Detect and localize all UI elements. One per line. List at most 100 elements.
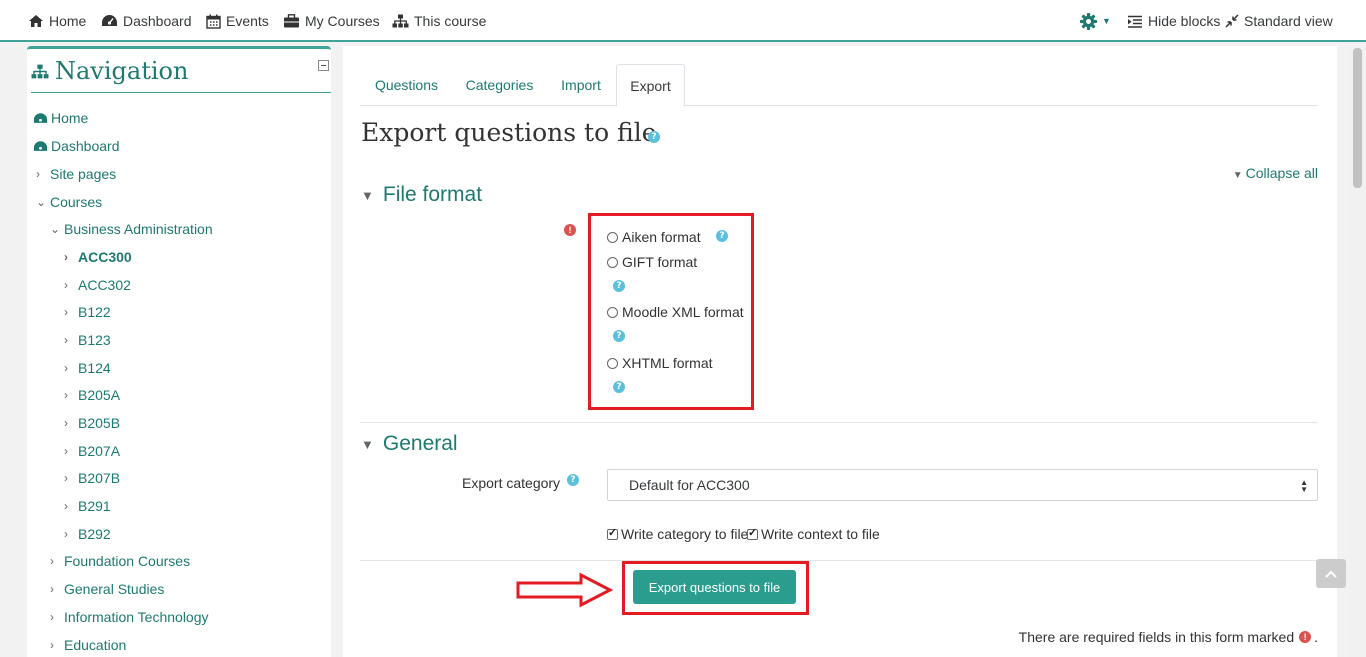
navigation-block: Navigation Home Dashboard › Site pages ⌄ C…	[27, 46, 331, 657]
block-collapse-button[interactable]	[318, 60, 329, 71]
annotation-arrow-icon	[516, 572, 614, 608]
nav-tree-label: B205B	[78, 415, 121, 431]
nav-tree-acc302[interactable]: › ACC302	[64, 275, 131, 295]
nav-tree-label: Courses	[50, 194, 103, 210]
section-divider	[360, 560, 1318, 561]
main-content: Questions Categories Import Export Expor…	[343, 46, 1337, 657]
export-category-label: Export category	[462, 475, 561, 491]
chevron-right-icon: ›	[64, 471, 68, 485]
tab-questions[interactable]: Questions	[360, 64, 453, 106]
nav-tree-dashboard[interactable]: Dashboard	[33, 136, 120, 156]
nav-this-course-link[interactable]: This course	[392, 12, 486, 30]
nav-my-courses-link[interactable]: My Courses	[283, 12, 380, 30]
tab-label: Questions	[374, 77, 439, 93]
gear-icon	[1079, 12, 1098, 30]
scrollbar-thumb[interactable]	[1353, 48, 1362, 188]
nav-tree-b207a[interactable]: › B207A	[64, 441, 120, 461]
page-scrollbar[interactable]	[1349, 46, 1366, 657]
nav-tree-general-studies[interactable]: › General Studies	[50, 579, 164, 599]
hide-blocks-button[interactable]: Hide blocks	[1127, 12, 1220, 30]
chevron-right-icon: ›	[36, 167, 40, 181]
help-icon[interactable]: ?	[613, 381, 625, 393]
checkbox[interactable]	[747, 526, 758, 540]
nav-tree-label: B207B	[78, 470, 121, 486]
tab-categories[interactable]: Categories	[453, 64, 546, 106]
help-icon[interactable]: ?	[567, 474, 579, 486]
chevron-right-icon: ›	[64, 527, 68, 541]
nav-tree-information-technology[interactable]: › Information Technology	[50, 607, 209, 627]
nav-tree-label: Site pages	[50, 166, 117, 182]
nav-tree-b205a[interactable]: › B205A	[64, 385, 120, 405]
back-to-top-button[interactable]	[1316, 559, 1346, 588]
write-category-checkbox[interactable]: Write category to file	[607, 525, 748, 543]
nav-tree-b123[interactable]: › B123	[64, 330, 111, 350]
nav-tree-label: B207A	[78, 443, 121, 459]
nav-tree-site-pages[interactable]: › Site pages	[36, 164, 116, 184]
collapse-all-label: Collapse all	[1245, 165, 1318, 181]
home-icon	[29, 15, 43, 27]
format-radio-aiken[interactable]: Aiken format	[607, 228, 701, 246]
standard-view-button[interactable]: Standard view	[1225, 12, 1333, 30]
export-category-select[interactable]: Default for ACC300 ▲ ▼	[607, 469, 1318, 501]
standard-view-label: Standard view	[1244, 13, 1333, 29]
chevron-up-icon	[1325, 570, 1337, 578]
chevron-right-icon: ›	[64, 416, 68, 430]
help-icon[interactable]: ?	[648, 131, 660, 143]
radio-button[interactable]	[607, 256, 618, 268]
settings-menu-button[interactable]: ▼	[1079, 12, 1111, 30]
help-icon[interactable]: ?	[613, 280, 625, 292]
nav-tree-b291[interactable]: › B291	[64, 496, 111, 516]
format-radio-xhtml[interactable]: XHTML format	[607, 354, 713, 372]
tab-label: Import	[561, 77, 601, 93]
nav-tree-courses[interactable]: ⌄ Courses	[36, 192, 102, 212]
chevron-right-icon: ›	[64, 305, 68, 319]
nav-events-link[interactable]: Events	[206, 12, 269, 30]
title-divider	[31, 92, 331, 93]
help-icon[interactable]: ?	[613, 330, 625, 342]
radio-button[interactable]	[607, 306, 618, 318]
radio-button[interactable]	[607, 357, 618, 369]
required-icon: !	[1299, 631, 1312, 643]
tab-import[interactable]: Import	[546, 64, 616, 106]
tab-export[interactable]: Export	[616, 64, 685, 107]
format-radio-moodle-xml[interactable]: Moodle XML format	[607, 303, 744, 321]
chevron-right-icon: ›	[50, 582, 54, 596]
chevron-right-icon: ›	[64, 250, 68, 264]
nav-tree-label: B124	[78, 360, 111, 376]
nav-tree-b122[interactable]: › B122	[64, 302, 111, 322]
nav-tree-b207b[interactable]: › B207B	[64, 468, 120, 488]
file-format-section-header[interactable]: ▼ File format	[361, 182, 482, 208]
collapse-all-link[interactable]: ▼ Collapse all	[1233, 165, 1318, 181]
checkbox[interactable]	[607, 526, 618, 540]
chevron-right-icon: ›	[64, 278, 68, 292]
write-context-checkbox[interactable]: Write context to file	[747, 525, 880, 543]
nav-tree-foundation-courses[interactable]: › Foundation Courses	[50, 551, 190, 571]
indent-icon	[1128, 15, 1142, 28]
radio-button[interactable]	[607, 231, 618, 243]
tab-label: Categories	[465, 77, 534, 93]
nav-this-course-label: This course	[414, 13, 487, 29]
chevron-down-icon: ⌄	[36, 195, 47, 209]
caret-down-icon: ▼	[1232, 170, 1243, 181]
chevron-right-icon: ›	[50, 638, 54, 652]
nav-dashboard-link[interactable]: Dashboard	[101, 12, 192, 30]
help-icon[interactable]: ?	[716, 230, 728, 242]
nav-home-label: Home	[49, 13, 87, 29]
nav-tree-b124[interactable]: › B124	[64, 358, 111, 378]
caret-down-icon: ▼	[1102, 16, 1111, 26]
nav-tree-business-administration[interactable]: ⌄ Business Administration	[50, 219, 213, 239]
nav-tree-label: Home	[51, 110, 89, 126]
nav-home-link[interactable]: Home	[28, 12, 86, 30]
nav-tree-education[interactable]: › Education	[50, 635, 126, 655]
export-questions-button[interactable]: Export questions to file	[633, 570, 796, 604]
nav-tree-acc300[interactable]: › ACC300	[64, 247, 132, 267]
chevron-right-icon: ›	[64, 361, 68, 375]
dashboard-icon	[102, 15, 117, 26]
nav-tree-b205b[interactable]: › B205B	[64, 413, 120, 433]
nav-tree-home[interactable]: Home	[33, 108, 88, 128]
required-fields-note: There are required fields in this form m…	[1019, 629, 1318, 645]
navigation-block-title: Navigation	[31, 55, 188, 87]
nav-tree-b292[interactable]: › B292	[64, 524, 111, 544]
format-radio-gift[interactable]: GIFT format	[607, 253, 697, 271]
general-section-header[interactable]: ▼ General	[361, 431, 458, 457]
